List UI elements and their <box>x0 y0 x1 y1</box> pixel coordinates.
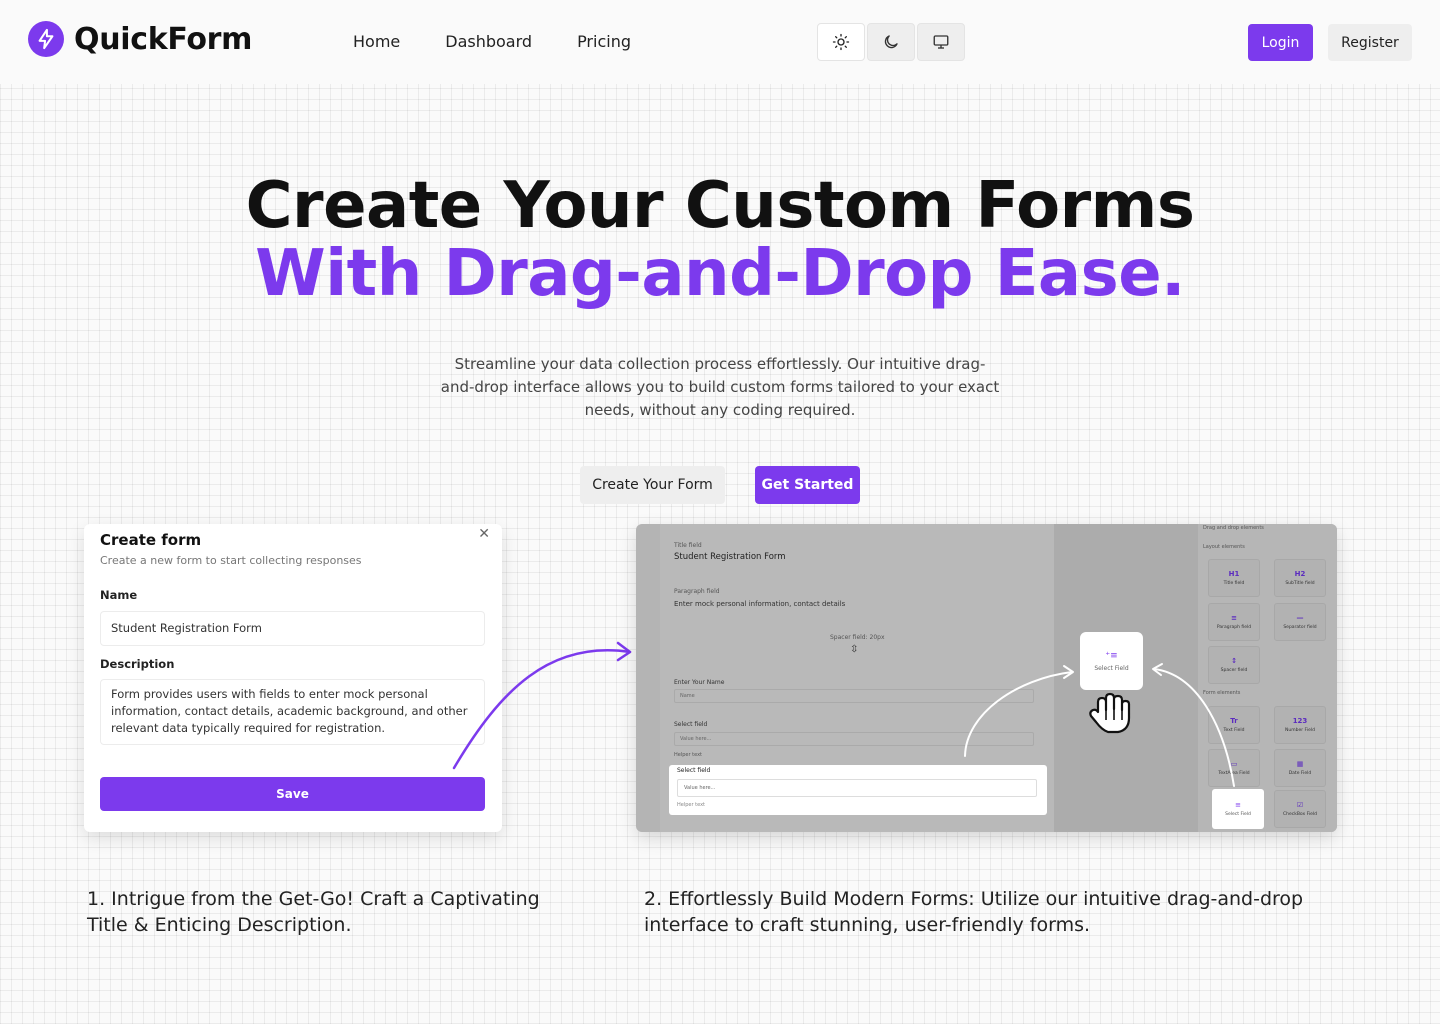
nav-pricing-link[interactable]: Pricing <box>577 32 631 51</box>
nav-home-link[interactable]: Home <box>353 32 400 51</box>
name-field[interactable]: Student Registration Form <box>100 611 485 646</box>
hero-subtitle: Streamline your data collection process … <box>440 355 1000 419</box>
system-theme-button[interactable] <box>917 23 965 61</box>
close-icon[interactable]: ✕ <box>478 526 490 542</box>
dialog-description: Create a new form to start collecting re… <box>100 554 362 567</box>
light-theme-button[interactable] <box>817 23 865 61</box>
get-started-button[interactable]: Get Started <box>755 466 860 504</box>
form-builder-preview: Title field Student Registration Form Pa… <box>636 524 1337 832</box>
description-label: Description <box>100 657 175 671</box>
save-button[interactable]: Save <box>100 777 485 811</box>
description-field[interactable]: Form provides users with fields to enter… <box>100 679 485 745</box>
nav-dashboard-link[interactable]: Dashboard <box>445 32 532 51</box>
grab-hand-icon <box>1089 692 1131 734</box>
monitor-icon <box>933 35 949 49</box>
hero-title-line1: Create Your Custom Forms <box>245 169 1195 243</box>
hero-title-line2: With Drag-and-Drop Ease. <box>255 237 1185 311</box>
name-label: Name <box>100 588 138 602</box>
step2-caption: 2. Effortlessly Build Modern Forms: Util… <box>644 888 1304 936</box>
drag-arrows <box>964 663 1235 787</box>
lightning-icon <box>28 21 64 57</box>
top-navbar: QuickForm Home Dashboard Pricing Login R… <box>0 0 1440 84</box>
register-button[interactable]: Register <box>1328 24 1412 61</box>
moon-icon <box>884 35 898 49</box>
login-button[interactable]: Login <box>1248 24 1313 61</box>
step1-caption: 1. Intrigue from the Get-Go! Craft a Cap… <box>87 888 540 936</box>
brand-name: QuickForm <box>74 21 253 57</box>
dark-theme-button[interactable] <box>867 23 915 61</box>
main-nav: Home Dashboard Pricing <box>353 32 631 51</box>
sun-icon <box>832 33 850 51</box>
theme-switcher <box>817 23 965 61</box>
dialog-title: Create form <box>100 531 202 549</box>
hero-title: Create Your Custom Forms With Drag-and-D… <box>0 172 1440 308</box>
curved-arrow-icon <box>452 641 632 770</box>
brand-logo[interactable]: QuickForm <box>28 21 252 57</box>
create-form-button[interactable]: Create Your Form <box>580 466 725 504</box>
